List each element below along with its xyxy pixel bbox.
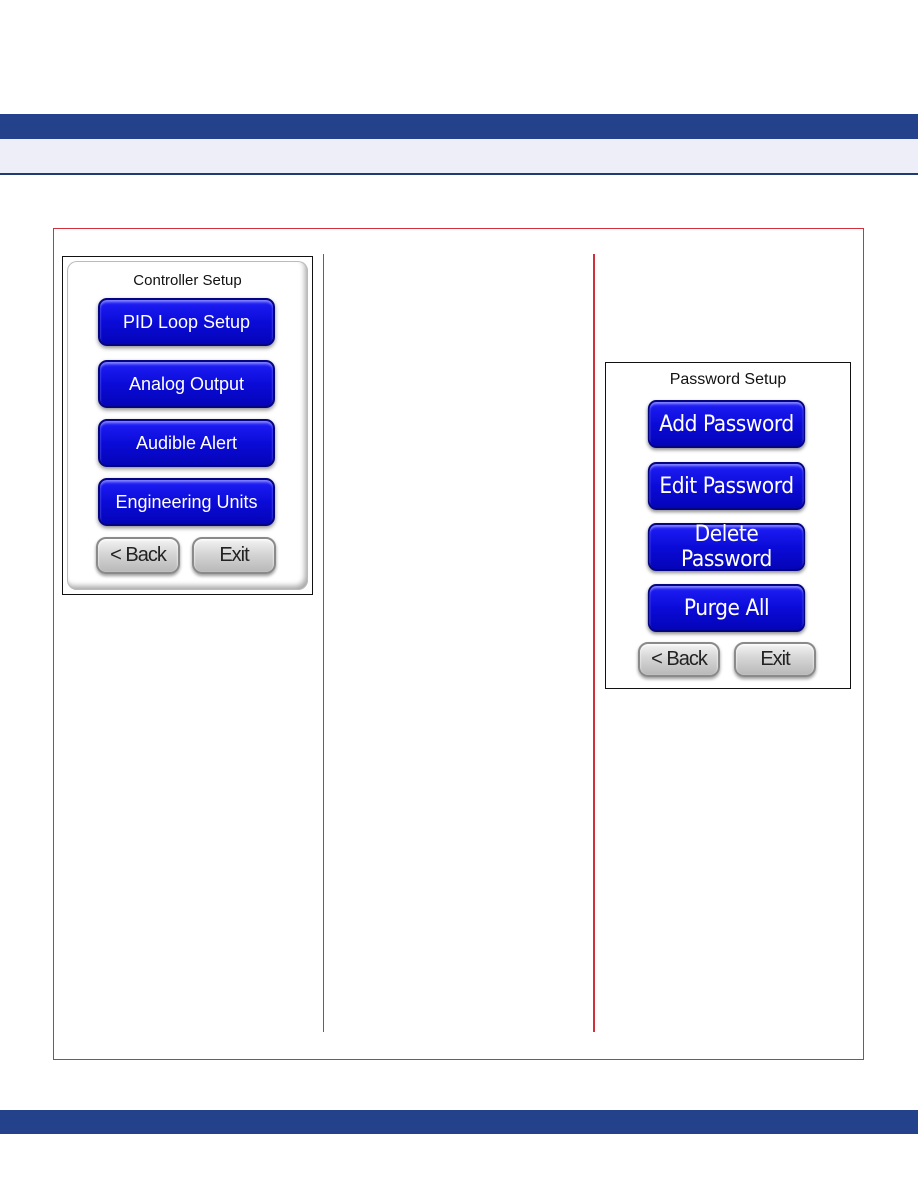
header-band (0, 114, 918, 139)
column-divider (323, 254, 324, 1032)
purge-all-button[interactable]: Purge All (647, 584, 806, 632)
screen-title: Password Setup (669, 371, 787, 388)
screen-title: Controller Setup (133, 272, 242, 289)
analog-output-button[interactable]: Analog Output (98, 360, 275, 408)
edit-password-button[interactable]: Edit Password (647, 462, 806, 510)
controller-setup-screen: Controller Setup PID Loop Setup Analog O… (62, 256, 313, 595)
add-password-button[interactable]: Add Password (647, 400, 806, 448)
footer-band (0, 1110, 918, 1134)
exit-button[interactable]: Exit (192, 537, 276, 574)
back-button[interactable]: < Back (96, 537, 180, 574)
engineering-units-button[interactable]: Engineering Units (98, 478, 275, 526)
exit-button[interactable]: Exit (734, 642, 816, 677)
back-button[interactable]: < Back (638, 642, 720, 677)
delete-password-button[interactable]: Delete Password (647, 522, 806, 572)
column-divider (593, 254, 595, 1032)
password-setup-screen: Password Setup Add Password Edit Passwor… (605, 362, 851, 689)
header-subband (0, 139, 918, 175)
audible-alert-button[interactable]: Audible Alert (98, 419, 275, 467)
pid-loop-setup-button[interactable]: PID Loop Setup (98, 298, 275, 346)
